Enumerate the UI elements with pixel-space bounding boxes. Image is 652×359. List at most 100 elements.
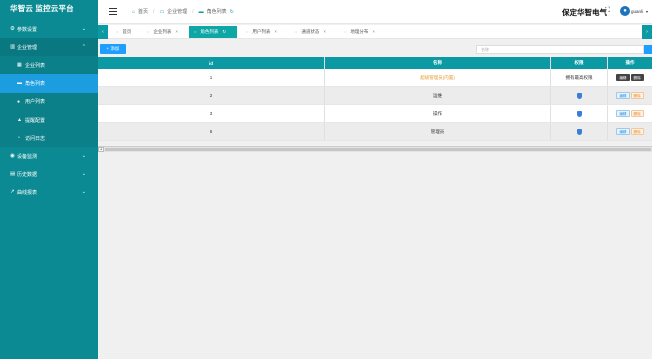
close-icon[interactable]: × xyxy=(175,26,178,38)
column-header-id[interactable]: id xyxy=(98,57,325,69)
edit-button[interactable]: 编辑 xyxy=(616,110,630,117)
table-row[interactable]: 2 运维 编辑 删除 xyxy=(98,87,652,105)
sidebar-group-settings[interactable]: ⚙ 参数设置 ⌄ xyxy=(0,20,98,38)
sidebar-group-company[interactable]: ▥ 企业管理 ⌃ xyxy=(0,38,98,56)
shield-icon[interactable] xyxy=(576,128,582,135)
building-icon: ▦ xyxy=(17,62,22,69)
top-bar: ⌂ 首页 / ▭ 企业管理 / ▬ 角色列表 ↻ 保定华智电气 ⛶ ● guan… xyxy=(98,0,652,24)
tab-dot-icon: ○ xyxy=(194,29,197,34)
log-icon: ◔ xyxy=(17,135,21,142)
tab-dot-icon: ○ xyxy=(344,29,347,34)
tab-dot-icon: ○ xyxy=(295,29,298,34)
breadcrumb-current: 角色列表 xyxy=(206,9,227,15)
cell-id: 2 xyxy=(98,87,325,104)
delete-button[interactable]: 删除 xyxy=(630,92,644,99)
delete-button[interactable]: 删除 xyxy=(630,128,644,135)
gear-icon: ⚙ xyxy=(10,26,15,32)
horizontal-scrollbar[interactable]: ◂ xyxy=(98,146,652,152)
cell-name: 管理员 xyxy=(325,123,551,140)
tab-label: 角色列表 xyxy=(200,29,219,34)
tab-dot-icon: ○ xyxy=(246,29,249,34)
sidebar-item-company-list[interactable]: ▦ 企业列表 xyxy=(0,56,98,75)
sidebar-item-label: 用户列表 xyxy=(25,99,46,106)
fullscreen-icon[interactable]: ⛶ xyxy=(605,7,610,15)
sidebar-group-label: 设备监测 xyxy=(17,153,38,160)
tab-scroll-right-button[interactable]: › xyxy=(642,25,652,39)
username[interactable]: guanli xyxy=(631,9,643,14)
shield-icon[interactable] xyxy=(576,110,582,117)
monitor-icon: ◉ xyxy=(10,153,15,160)
sidebar-group-device-monitor[interactable]: ◉ 设备监测 ⌄ xyxy=(0,147,98,165)
company-name: 保定华智电气 xyxy=(562,8,607,17)
column-header-permission[interactable]: 权限 xyxy=(551,57,608,69)
tab-label: 地理分布 xyxy=(350,29,369,34)
caret-down-icon[interactable]: ▾ xyxy=(646,9,648,14)
tab-dot-icon: ○ xyxy=(116,29,119,34)
company-icon: ▭ xyxy=(159,8,165,15)
sidebar-group-label: 参数设置 xyxy=(17,26,38,33)
tab-role-list[interactable]: ○ 角色列表 ↻ xyxy=(189,26,237,38)
chart-icon: ↗ xyxy=(10,189,15,196)
scroll-left-icon[interactable]: ◂ xyxy=(98,147,104,152)
close-icon[interactable]: × xyxy=(372,26,375,38)
chevron-down-icon: ⌄ xyxy=(81,153,86,160)
chevron-down-icon: ⌄ xyxy=(81,26,86,32)
tab-user-list[interactable]: ○ 用户列表 × xyxy=(241,26,282,38)
tab-strip: ‹ ○ 首页 ○ 企业列表 × ○ 角色列表 ↻ ○ 用户列表 × ○ 通道状态… xyxy=(98,25,652,39)
table-header: id 名称 权限 操作 xyxy=(98,57,652,69)
sidebar-group-label: 历史数据 xyxy=(17,171,38,178)
company-icon: ▥ xyxy=(10,44,16,50)
search-input[interactable]: 名称 xyxy=(476,45,644,54)
shield-icon[interactable] xyxy=(576,92,582,99)
search-button[interactable] xyxy=(644,45,652,54)
sidebar-item-user-list[interactable]: ● 用户列表 xyxy=(0,92,98,111)
avatar[interactable]: ● xyxy=(620,6,630,16)
close-icon[interactable]: × xyxy=(274,26,277,38)
breadcrumb-company[interactable]: 企业管理 xyxy=(167,8,187,15)
edit-button[interactable]: 编辑 xyxy=(616,74,630,81)
breadcrumb-home[interactable]: 首页 xyxy=(138,8,148,15)
tab-channel-status[interactable]: ○ 通道状态 × xyxy=(290,26,331,38)
tab-company-list[interactable]: ○ 企业列表 × xyxy=(142,26,183,38)
sidebar-item-access-log[interactable]: ◔ 访问日志 xyxy=(0,129,98,148)
edit-button[interactable]: 编辑 xyxy=(616,128,630,135)
table-row[interactable]: 6 管理员 编辑 删除 xyxy=(98,123,652,141)
refresh-icon[interactable]: ↻ xyxy=(230,9,234,15)
refresh-icon[interactable]: ↻ xyxy=(222,26,226,38)
tab-dot-icon: ○ xyxy=(147,29,150,34)
id-card-icon: ▬ xyxy=(17,80,22,87)
cell-name: 运维 xyxy=(325,87,551,104)
tab-geo-distribution[interactable]: ○ 地理分布 × xyxy=(339,26,380,38)
delete-button[interactable]: 删除 xyxy=(630,110,644,117)
cell-id: 6 xyxy=(98,123,325,140)
sidebar-item-role-list[interactable]: ▬ 角色列表 xyxy=(0,74,98,93)
cell-name: 超级管理员(内置) xyxy=(325,69,551,86)
chevron-up-icon: ⌃ xyxy=(81,44,86,50)
cell-permission xyxy=(551,123,608,140)
tab-label: 企业列表 xyxy=(153,29,172,34)
sidebar-item-label: 提醒配置 xyxy=(25,117,46,124)
sidebar: 华智云 监控云平台 ⚙ 参数设置 ⌄ ▥ 企业管理 ⌃ ▦ 企业列表 ▬ 角色列… xyxy=(0,0,98,359)
sidebar-group-curve-report[interactable]: ↗ 曲线报表 ⌄ xyxy=(0,183,98,201)
menu-toggle-icon[interactable] xyxy=(109,8,117,15)
home-icon: ⌂ xyxy=(132,8,136,15)
sidebar-group-label: 企业管理 xyxy=(17,44,38,51)
close-icon[interactable]: × xyxy=(323,26,326,38)
sidebar-item-label: 角色列表 xyxy=(25,80,46,87)
sidebar-item-alert-config[interactable]: ▲ 提醒配置 xyxy=(0,110,98,130)
column-header-name[interactable]: 名称 xyxy=(325,57,551,69)
scrollbar-thumb[interactable] xyxy=(105,148,651,151)
edit-button[interactable]: 编辑 xyxy=(616,92,630,99)
role-table: id 名称 权限 操作 1 超级管理员(内置) 拥有最高权限 编辑 删除 2 运… xyxy=(98,57,652,141)
sidebar-item-label: 企业列表 xyxy=(25,62,46,69)
delete-button[interactable]: 删除 xyxy=(630,74,644,81)
add-button[interactable]: + 添加 xyxy=(100,44,126,54)
tab-label: 首页 xyxy=(122,29,132,34)
tab-home[interactable]: ○ 首页 xyxy=(111,26,136,38)
chevron-down-icon: ⌄ xyxy=(81,189,86,196)
table-row[interactable]: 1 超级管理员(内置) 拥有最高权限 编辑 删除 xyxy=(98,69,652,87)
table-row[interactable]: 3 操作 编辑 删除 xyxy=(98,105,652,123)
sidebar-group-history[interactable]: ▤ 历史数据 ⌄ xyxy=(0,165,98,183)
tab-scroll-left-button[interactable]: ‹ xyxy=(98,25,108,39)
main-content: + 添加 名称 id 名称 权限 操作 1 超级管理员(内置) 拥有最高权限 编… xyxy=(98,40,652,359)
